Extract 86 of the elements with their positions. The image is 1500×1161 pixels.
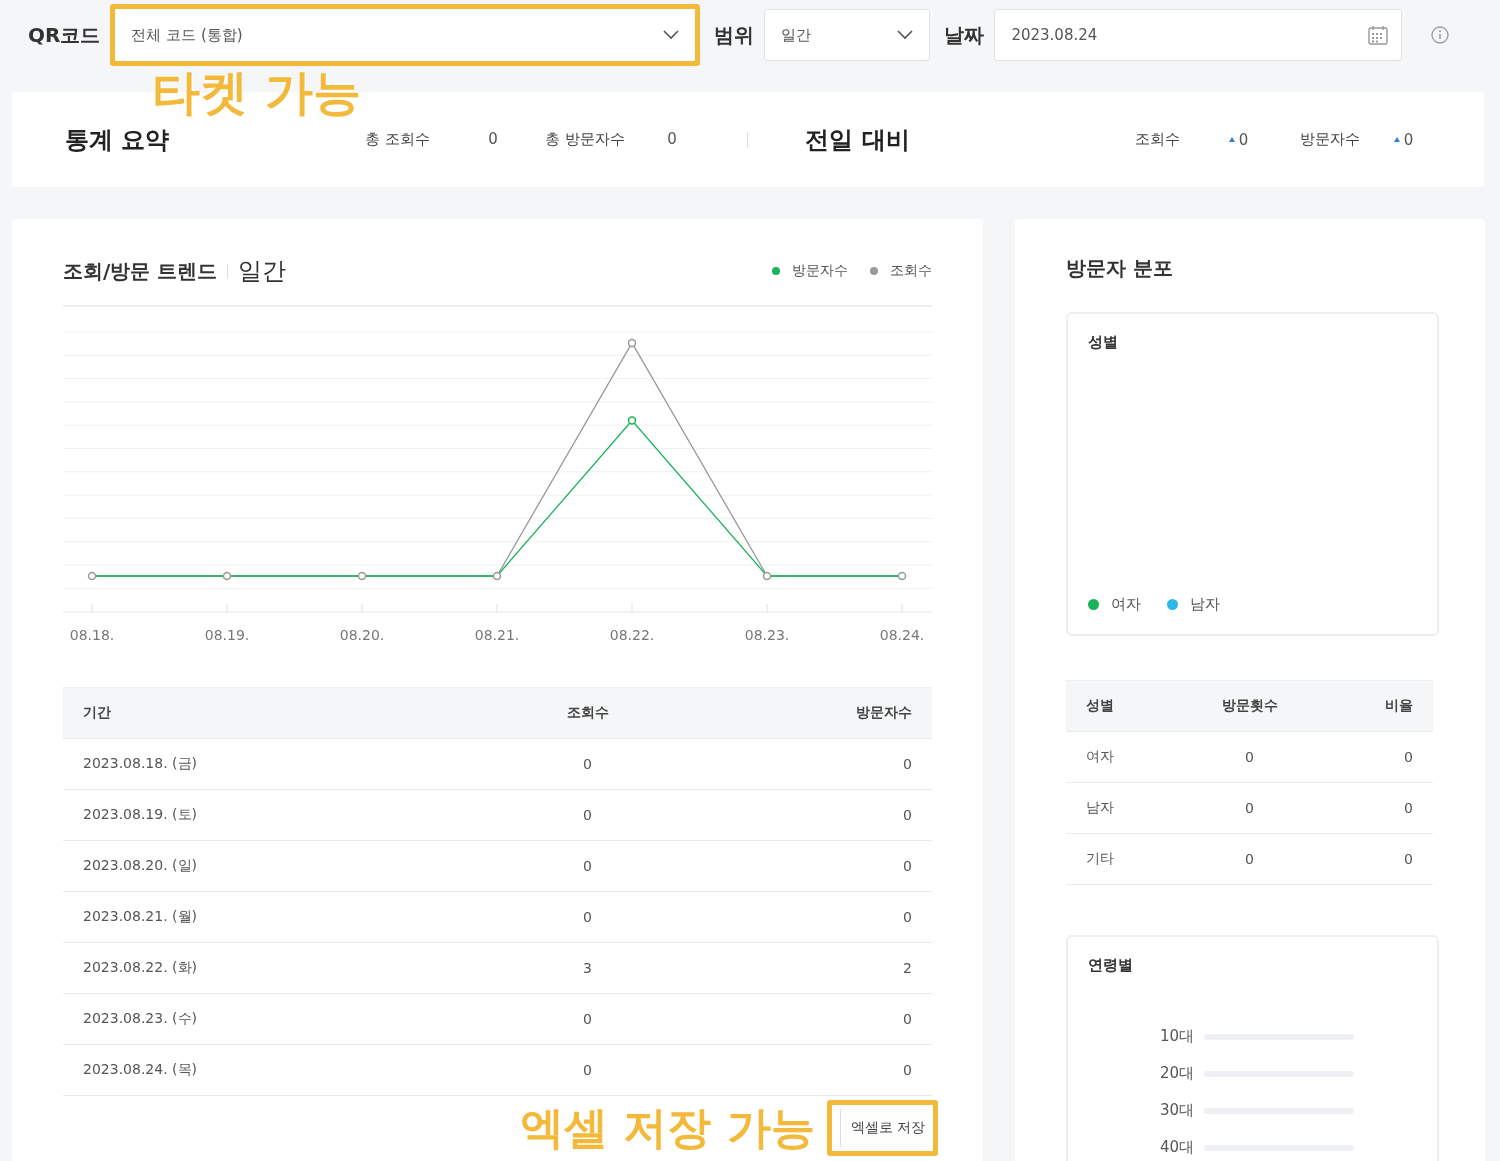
data-point — [492, 571, 502, 581]
table-cell-text: 0 — [902, 909, 913, 925]
table-cell-text: 0 — [902, 1011, 913, 1027]
summary-title: 통계 요약 — [65, 124, 170, 156]
data-point — [897, 571, 907, 581]
axis-label: 08.22. — [609, 627, 655, 643]
compare-title: 전일 대비 — [805, 124, 910, 156]
data-point — [762, 571, 772, 581]
table-cell-text: 0 — [1244, 749, 1255, 765]
date-field[interactable]: 2023.08.24 — [994, 9, 1403, 61]
table-cell-text: 2023.08.23. (수) — [82, 1010, 198, 1028]
table-cell-text: 0 — [1244, 800, 1255, 816]
table-cell-text: 여자 — [1085, 748, 1115, 766]
data-point — [357, 571, 367, 581]
table-cell-text: 2 — [902, 960, 913, 976]
axis-label: 08.20. — [339, 627, 385, 643]
table-cell-text: 기타 — [1085, 850, 1115, 868]
table-cell-text: 2023.08.19. (토) — [82, 806, 198, 824]
panel-title: 연령별 — [1088, 956, 1133, 974]
stat-value: 0 — [488, 130, 499, 149]
table-cell-text: 2023.08.22. (화) — [82, 959, 198, 977]
filter-label: QR코드 — [28, 21, 101, 49]
legend-label: 방문자수 — [792, 262, 848, 280]
data-point — [222, 571, 232, 581]
axis-label: 08.18. — [69, 627, 115, 643]
select-field[interactable]: 일간 — [764, 9, 931, 61]
calendar-icon[interactable] — [1367, 24, 1390, 46]
info-icon[interactable] — [1430, 25, 1451, 45]
axis-label: 40대 — [1158, 1138, 1194, 1157]
table-cell-text: 2023.08.20. (일) — [82, 857, 198, 875]
legend-label: 여자 — [1111, 595, 1141, 614]
table-cell-text: 0 — [582, 1011, 593, 1027]
period-label: 일간 — [238, 256, 287, 287]
axis-label: 08.23. — [744, 627, 790, 643]
trend-title: 조회/방문 트렌드 — [63, 257, 218, 285]
axis-label: 08.24. — [879, 627, 925, 643]
panel-title: 성별 — [1088, 332, 1118, 351]
table-cell-text: 0 — [582, 756, 593, 772]
change-value: 0 — [1403, 130, 1414, 149]
axis-label: 10대 — [1158, 1027, 1194, 1046]
column-header: 성별 — [1085, 697, 1115, 715]
data-point — [87, 571, 97, 581]
table-cell-text: 0 — [582, 909, 593, 925]
table-cell-text: 3 — [582, 960, 593, 976]
table-cell-text: 0 — [902, 756, 913, 772]
table-cell-text: 0 — [582, 1062, 593, 1078]
table-cell-text: 2023.08.18. (금) — [82, 755, 198, 773]
chevron-down-icon — [897, 30, 914, 40]
stat-label: 총 조회수 — [365, 130, 432, 149]
table-cell-text: 0 — [902, 1062, 913, 1078]
distribution-title: 방문자 분포 — [1066, 255, 1174, 282]
data-point — [627, 338, 637, 348]
table-cell-text: 남자 — [1085, 799, 1115, 817]
annotation-text: 타켓 가능 — [152, 68, 361, 116]
change-label: 조회수 — [1134, 130, 1181, 149]
table-cell-text: 0 — [902, 807, 913, 823]
legend-label: 조회수 — [890, 262, 932, 280]
column-header: 방문자수 — [855, 704, 913, 722]
table-cell-text: 0 — [582, 858, 593, 874]
change-label: 방문자수 — [1299, 130, 1361, 149]
select-field[interactable]: 전체 코드 (통합) — [115, 9, 696, 61]
column-header: 조회수 — [565, 704, 610, 722]
axis-label: 08.21. — [474, 627, 520, 643]
legend-label: 남자 — [1190, 595, 1220, 614]
table-cell-text: 0 — [1403, 851, 1414, 867]
column-header: 비율 — [1384, 697, 1414, 715]
filter-label: 날짜 — [944, 21, 985, 49]
table-cell-text: 2023.08.24. (목) — [82, 1061, 198, 1079]
table-cell-text: 0 — [1403, 800, 1414, 816]
stat-label: 총 방문자수 — [545, 130, 627, 149]
column-header: 방문횟수 — [1220, 697, 1279, 715]
table-cell-text: 0 — [1403, 749, 1414, 765]
axis-label: 30대 — [1158, 1101, 1194, 1120]
annotation-text: 엑셀 저장 가능 — [519, 1106, 815, 1150]
axis-label: 20대 — [1158, 1064, 1194, 1083]
stat-value: 0 — [667, 130, 678, 149]
data-point — [627, 416, 637, 425]
column-header: 기간 — [82, 704, 112, 722]
chevron-down-icon — [663, 30, 680, 40]
table-cell-text: 0 — [582, 807, 593, 823]
change-value: 0 — [1238, 130, 1249, 149]
table-cell-text: 2023.08.21. (월) — [82, 908, 198, 926]
table-cell-text: 0 — [902, 858, 913, 874]
filter-label: 범위 — [714, 21, 755, 49]
axis-label: 08.19. — [204, 627, 250, 643]
table-cell-text: 0 — [1244, 851, 1255, 867]
